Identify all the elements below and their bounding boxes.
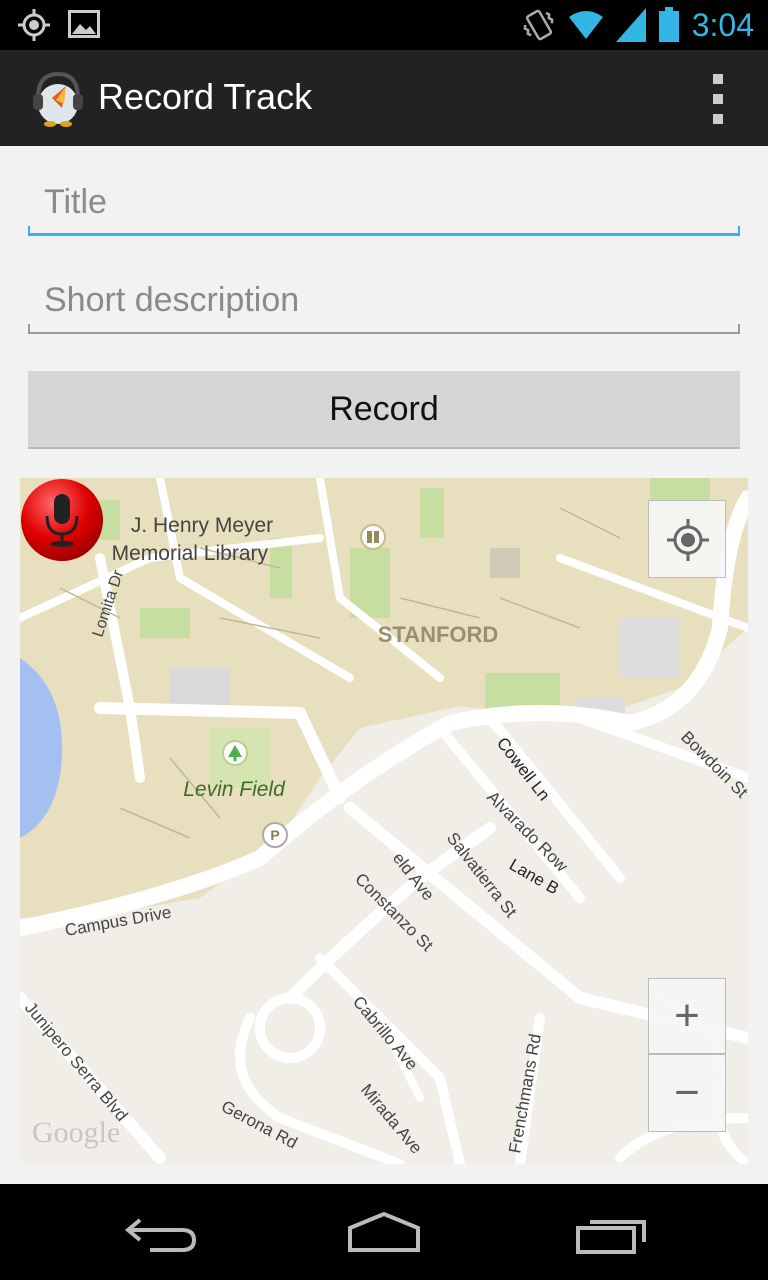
image-icon <box>68 10 100 38</box>
description-field <box>28 272 740 334</box>
record-track-form: Record <box>0 146 768 1184</box>
map-canvas[interactable] <box>20 478 748 1164</box>
zoom-out-label: − <box>674 1068 700 1117</box>
penguin-headphones-icon[interactable] <box>30 68 86 128</box>
my-location-button[interactable] <box>648 500 726 578</box>
back-icon[interactable] <box>110 1204 210 1260</box>
zoom-in-button[interactable]: + <box>648 978 726 1054</box>
description-underline <box>28 324 740 334</box>
status-bar: 3:04 <box>0 0 768 50</box>
svg-text:P: P <box>270 827 279 843</box>
park-poi-icon <box>222 740 248 766</box>
parking-poi-icon: P <box>262 822 288 848</box>
gps-icon <box>18 9 50 41</box>
my-location-icon <box>667 519 709 561</box>
battery-icon <box>658 7 679 42</box>
record-button[interactable]: Record <box>28 371 740 449</box>
microphone-icon[interactable] <box>20 478 104 562</box>
home-icon[interactable] <box>334 1204 434 1260</box>
clock: 3:04 <box>691 6 754 43</box>
title-underline <box>28 226 740 236</box>
recent-apps-icon[interactable] <box>560 1204 660 1260</box>
map-view[interactable]: P J. Henry Meyer Memorial Library STANFO… <box>20 478 748 1164</box>
app-title: Record Track <box>98 76 313 117</box>
wifi-icon <box>568 11 603 39</box>
signal-icon <box>615 8 646 42</box>
library-poi-icon <box>360 524 386 550</box>
overflow-menu-icon[interactable] <box>708 74 728 124</box>
title-field <box>28 174 740 236</box>
zoom-in-label: + <box>674 991 700 1040</box>
action-bar: Record Track <box>0 50 768 146</box>
navigation-bar <box>0 1184 768 1280</box>
zoom-out-button[interactable]: − <box>648 1054 726 1132</box>
vibrate-icon <box>523 9 554 41</box>
title-input[interactable] <box>28 174 740 230</box>
description-input[interactable] <box>28 272 740 328</box>
